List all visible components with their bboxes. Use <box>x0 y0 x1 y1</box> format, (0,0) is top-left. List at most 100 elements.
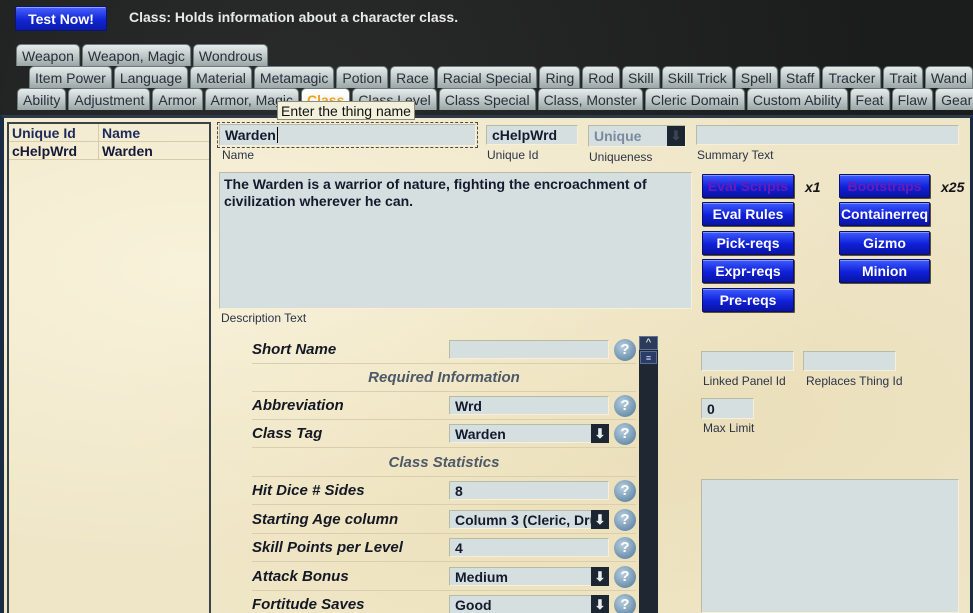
extra-panel-box[interactable] <box>701 479 959 613</box>
max-limit-input[interactable]: 0 <box>701 398 754 419</box>
tab-tracker[interactable]: Tracker <box>822 66 882 88</box>
help-icon[interactable]: ? <box>614 508 636 531</box>
help-icon[interactable]: ? <box>614 422 636 445</box>
starting-age-select[interactable]: Column 3 (Cleric, Dru ⬇ <box>449 510 609 529</box>
short-name-input[interactable] <box>449 340 609 359</box>
name-value: Warden <box>225 127 276 143</box>
name-input[interactable]: Warden <box>219 124 476 146</box>
class-tag-value: Warden <box>455 425 506 442</box>
help-icon[interactable]: ? <box>614 565 636 588</box>
pick-reqs-button[interactable]: Pick-reqs <box>702 231 794 255</box>
dropdown-arrow-icon[interactable]: ⬇ <box>667 126 685 146</box>
tab-flaw[interactable]: Flaw <box>891 88 934 110</box>
summary-text-input[interactable] <box>696 125 959 145</box>
tab-skill[interactable]: Skill <box>621 66 660 88</box>
help-icon[interactable]: ? <box>614 338 636 361</box>
tab-potion[interactable]: Potion <box>336 66 389 88</box>
containerreq-button[interactable]: Containerreq <box>839 202 930 226</box>
replaces-thing-id-input[interactable] <box>803 351 896 371</box>
tab-weapon-magic[interactable]: Weapon, Magic <box>81 44 191 66</box>
fortitude-select[interactable]: Good ⬇ <box>449 595 609 613</box>
description-textarea[interactable]: The Warden is a warrior of nature, fight… <box>219 172 692 309</box>
tab-feat[interactable]: Feat <box>849 88 890 110</box>
short-name-label: Short Name <box>252 341 337 358</box>
fortitude-value: Good <box>455 596 492 613</box>
tab-metamagic[interactable]: Metamagic <box>253 66 335 88</box>
form-scrollbar[interactable]: ^ ≡ <box>639 336 658 613</box>
tab-cleric-domain[interactable]: Cleric Domain <box>644 88 745 110</box>
tab-rod[interactable]: Rod <box>582 66 620 88</box>
list-item-unique-id: cHelpWrd <box>9 142 99 159</box>
tab-skill-trick[interactable]: Skill Trick <box>661 66 733 88</box>
tab-row-2: Item Power Language Material Metamagic Potio… <box>29 66 973 88</box>
starting-age-label: Starting Age column <box>252 511 399 528</box>
skill-points-input[interactable]: 4 <box>449 538 609 557</box>
class-tag-select[interactable]: Warden ⬇ <box>449 424 609 443</box>
tab-wand[interactable]: Wand <box>924 66 973 88</box>
scroll-up-icon[interactable]: ^ <box>639 336 658 350</box>
form-row-skill-points: Skill Points per Level 4 ? <box>252 534 636 562</box>
tab-class-special[interactable]: Class Special <box>438 88 536 110</box>
dropdown-arrow-icon[interactable]: ⬇ <box>591 595 609 613</box>
hit-dice-input[interactable]: 8 <box>449 481 609 500</box>
tab-item-power[interactable]: Item Power <box>29 66 112 88</box>
attack-bonus-select[interactable]: Medium ⬇ <box>449 567 609 586</box>
class-tag-label: Class Tag <box>252 425 323 442</box>
tab-class-monster[interactable]: Class, Monster <box>537 88 643 110</box>
minion-button[interactable]: Minion <box>839 259 930 283</box>
dropdown-arrow-icon[interactable]: ⬇ <box>591 424 609 443</box>
abbreviation-label: Abbreviation <box>252 397 344 414</box>
tab-gear[interactable]: Gear <box>935 88 973 110</box>
section-class-statistics: Class Statistics <box>252 449 636 477</box>
description-value: The Warden is a warrior of nature, fight… <box>224 176 647 209</box>
expr-reqs-button[interactable]: Expr-reqs <box>702 259 794 283</box>
bootstraps-button[interactable]: Bootstraps <box>839 174 930 198</box>
column-header-unique-id[interactable]: Unique Id <box>9 124 99 141</box>
help-icon[interactable]: ? <box>614 394 636 417</box>
form-row-abbreviation: Abbreviation Wrd ? <box>252 392 636 420</box>
gizmo-button[interactable]: Gizmo <box>839 231 930 255</box>
dropdown-arrow-icon[interactable]: ⬇ <box>591 510 609 529</box>
test-now-button[interactable]: Test Now! <box>15 6 107 31</box>
tab-material[interactable]: Material <box>190 66 252 88</box>
form-row-fortitude: Fortitude Saves Good ⬇ ? <box>252 591 636 613</box>
tab-language[interactable]: Language <box>113 66 189 88</box>
help-icon[interactable]: ? <box>614 536 636 559</box>
fortitude-label: Fortitude Saves <box>252 596 365 613</box>
tab-weapon[interactable]: Weapon <box>16 44 80 66</box>
tab-wondrous[interactable]: Wondrous <box>192 44 269 66</box>
linked-panel-caption: Linked Panel Id <box>703 374 786 388</box>
name-field-focus: Warden <box>217 122 478 148</box>
list-item[interactable]: cHelpWrd Warden <box>9 142 209 160</box>
tab-armor[interactable]: Armor <box>152 88 203 110</box>
tab-ability[interactable]: Ability <box>17 88 67 110</box>
dropdown-arrow-icon[interactable]: ⬇ <box>591 567 609 586</box>
tab-ring[interactable]: Ring <box>539 66 581 88</box>
tab-adjustment[interactable]: Adjustment <box>68 88 151 110</box>
tab-race[interactable]: Race <box>390 66 435 88</box>
tab-trait[interactable]: Trait <box>883 66 923 88</box>
eval-scripts-count: x1 <box>805 179 821 195</box>
tab-staff[interactable]: Staff <box>779 66 821 88</box>
tab-racial-special[interactable]: Racial Special <box>436 66 538 88</box>
replaces-thing-caption: Replaces Thing Id <box>806 374 903 388</box>
abbreviation-input[interactable]: Wrd <box>449 396 609 415</box>
pre-reqs-button[interactable]: Pre-reqs <box>702 288 794 312</box>
uniqueness-select[interactable]: Unique ⬇ <box>588 125 686 147</box>
tab-spell[interactable]: Spell <box>734 66 778 88</box>
hit-dice-label: Hit Dice # Sides <box>252 482 365 499</box>
unique-id-input[interactable]: cHelpWrd <box>486 125 578 145</box>
skill-points-value: 4 <box>455 539 463 556</box>
linked-panel-id-input[interactable] <box>701 351 794 371</box>
tab-custom-ability[interactable]: Custom Ability <box>746 88 848 110</box>
column-header-name[interactable]: Name <box>99 124 191 141</box>
help-icon[interactable]: ? <box>614 593 636 613</box>
attack-bonus-label: Attack Bonus <box>252 568 349 585</box>
eval-rules-button[interactable]: Eval Rules <box>702 202 794 226</box>
scroll-thumb[interactable]: ≡ <box>640 351 657 364</box>
tab-row-3: Ability Adjustment Armor Armor, Magic Class C… <box>17 88 973 110</box>
form-row-starting-age: Starting Age column Column 3 (Cleric, Dr… <box>252 506 636 534</box>
help-icon[interactable]: ? <box>614 479 636 502</box>
description-caption: Description Text <box>221 311 307 325</box>
eval-scripts-button[interactable]: Eval Scripts <box>702 174 794 198</box>
